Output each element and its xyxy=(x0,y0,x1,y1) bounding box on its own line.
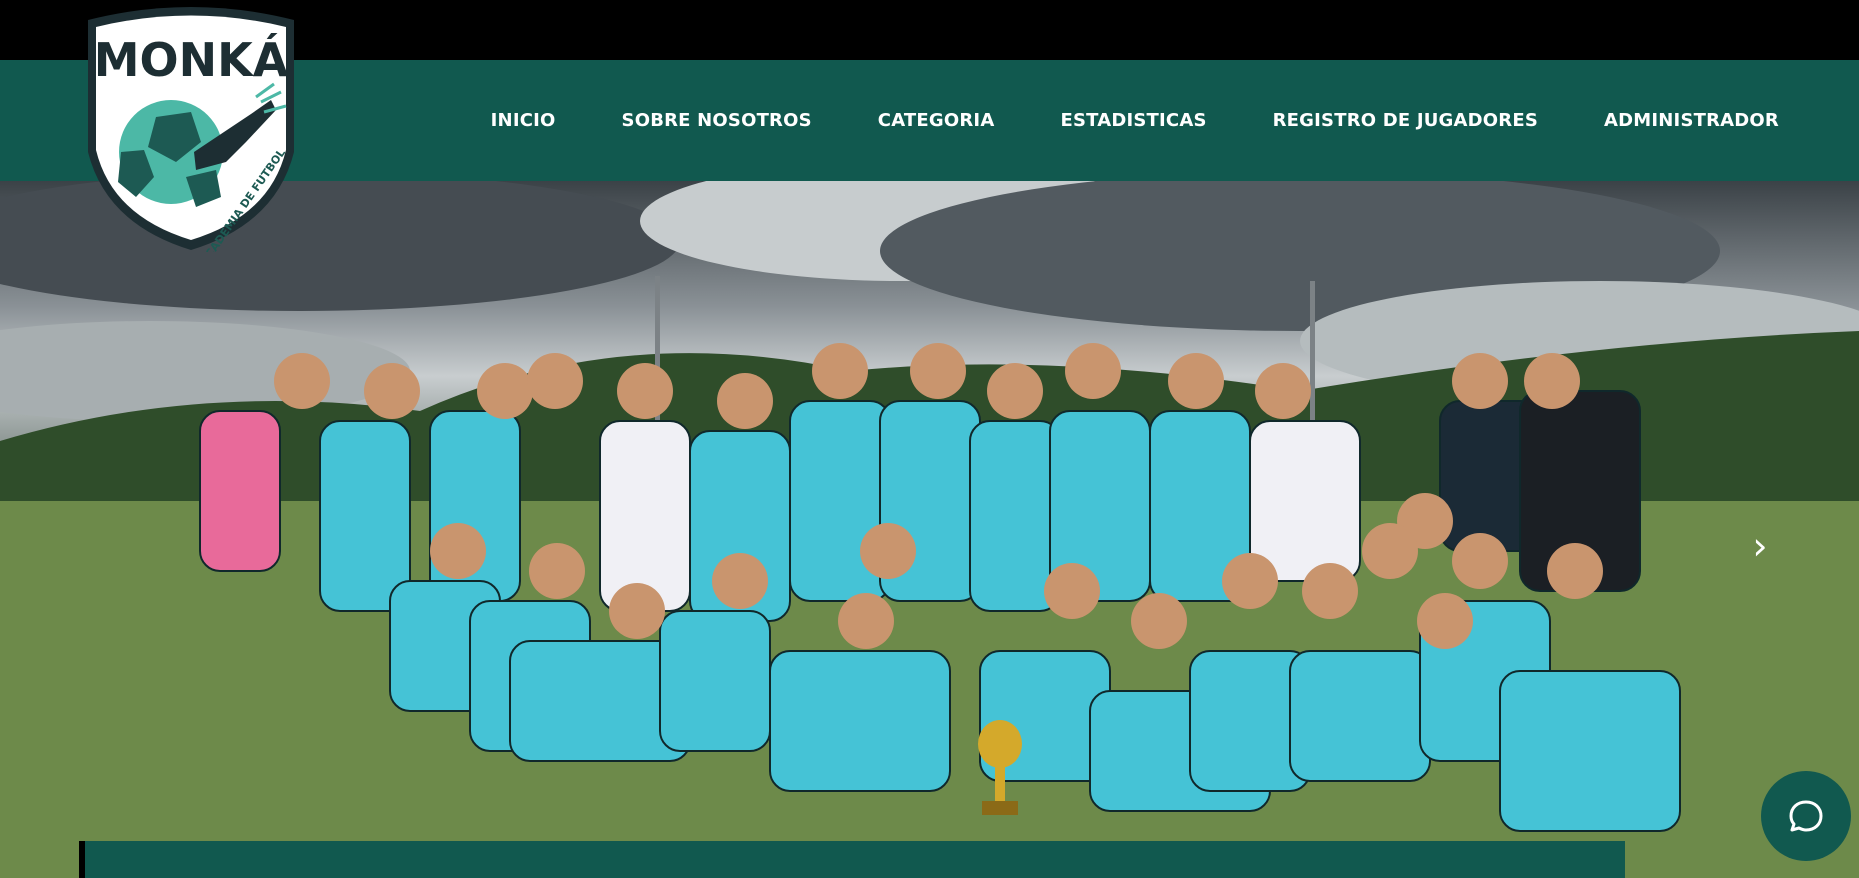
main-navigation: INICIO SOBRE NOSOTROS CATEGORIA ESTADIST… xyxy=(491,60,1779,181)
chat-bubble-icon xyxy=(1789,800,1823,832)
nav-item-inicio[interactable]: INICIO xyxy=(491,110,556,131)
nav-item-sobre-nosotros[interactable]: SOBRE NOSOTROS xyxy=(622,110,812,131)
nav-item-estadisticas[interactable]: ESTADISTICAS xyxy=(1060,110,1206,131)
nav-item-registro-jugadores[interactable]: REGISTRO DE JUGADORES xyxy=(1273,110,1538,131)
content-panel xyxy=(79,841,1625,878)
nav-item-administrador[interactable]: ADMINISTRADOR xyxy=(1604,110,1779,131)
logo-wordmark: MONKÁ xyxy=(94,33,289,87)
hero-slideshow[interactable]: › xyxy=(0,181,1859,878)
chat-button[interactable] xyxy=(1761,771,1851,861)
brand-logo[interactable]: MONKÁ ACADEMIA DE FUTBOL xyxy=(76,2,306,252)
next-slide-arrow-icon[interactable]: › xyxy=(1740,521,1780,571)
nav-item-categoria[interactable]: CATEGORIA xyxy=(878,110,995,131)
team-photo xyxy=(0,276,1859,878)
